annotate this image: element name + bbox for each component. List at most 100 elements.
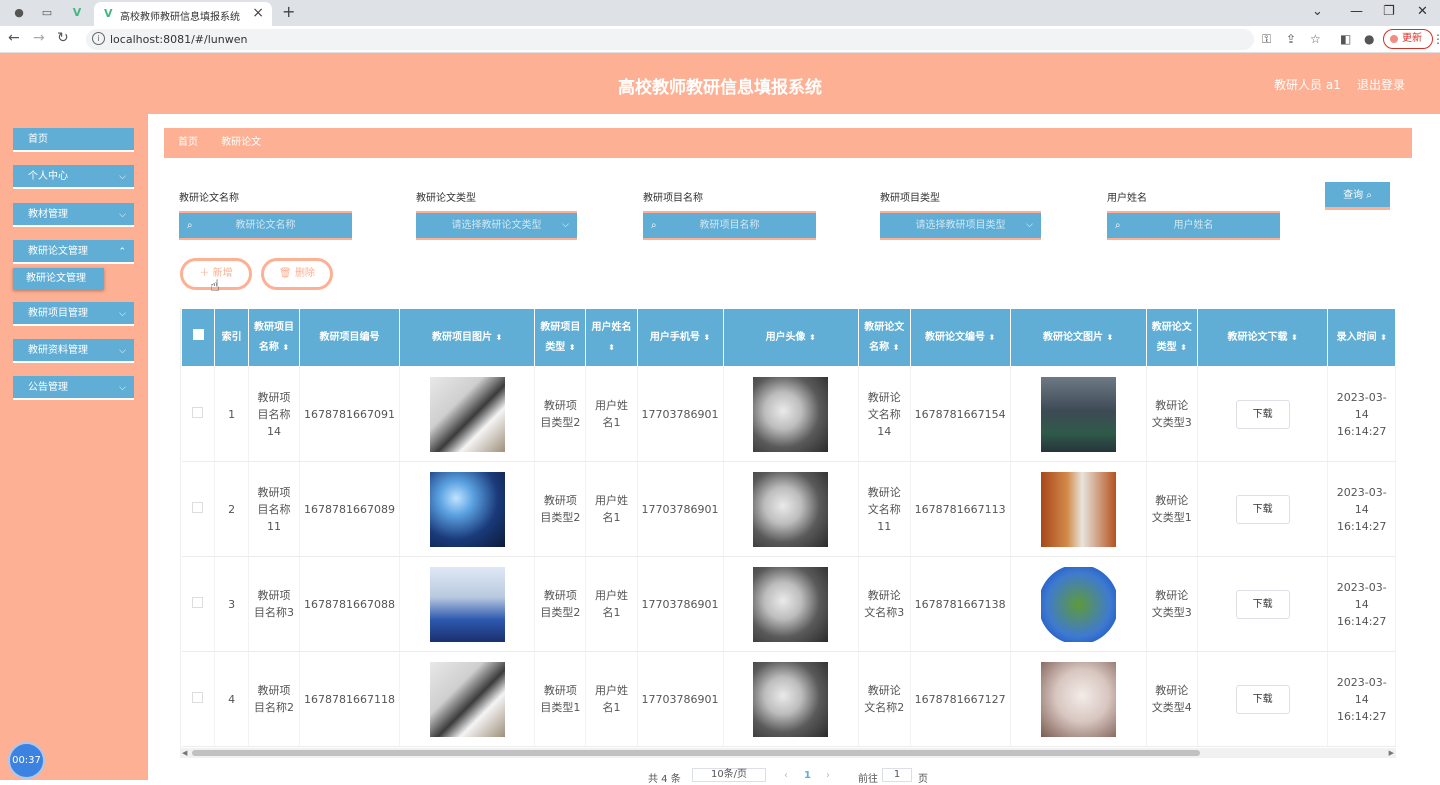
next-page-icon[interactable]: › [826,770,830,781]
col-user-name[interactable]: 用户姓名 ⬍ [585,308,638,367]
breadcrumb-home[interactable]: 首页 [178,137,198,148]
profile-icon[interactable]: ● [1364,32,1374,46]
paper-type-select[interactable]: 请选择教研论文类型 ⌵ [416,211,577,240]
col-project-name[interactable]: 教研项目名称 ⬍ [247,308,300,367]
paper-image[interactable] [1040,661,1116,737]
menu-icon[interactable]: ⋮ [1432,32,1440,46]
row-checkbox[interactable] [181,461,216,557]
data-table-wrapper: 索引 教研项目名称 ⬍ 教研项目编号 教研项目图片 ⬍ 教研项目类型 ⬍ 用户姓… [180,308,1396,752]
close-window-icon[interactable]: ✕ [1417,4,1428,19]
github-icon[interactable]: ● [12,6,26,20]
project-type-select[interactable]: 请选择教研项目类型 ⌵ [880,211,1041,240]
col-project-no[interactable]: 教研项目编号 [298,308,400,367]
breadcrumb-current: 教研论文 [221,137,262,148]
download-button[interactable]: 下载 [1235,399,1290,429]
user-avatar[interactable] [753,661,829,737]
vue-icon[interactable]: V [70,6,84,20]
project-image[interactable] [429,376,505,452]
user-name-input[interactable]: ⌕ 用户姓名 [1107,211,1280,240]
col-paper-no[interactable]: 教研论文编号 ⬍ [909,308,1011,367]
minimize-icon[interactable]: — [1350,4,1363,19]
project-image[interactable] [429,471,505,547]
col-user-avatar[interactable]: 用户头像 ⬍ [722,308,859,367]
col-paper-image[interactable]: 教研论文图片 ⬍ [1009,308,1147,367]
paper-name-input[interactable]: ⌕ 教研论文名称 [179,211,352,240]
close-tab-icon[interactable]: × [252,5,264,21]
sidebar-item-materials[interactable]: 教研资料管理 ⌵ [13,339,134,363]
back-icon[interactable]: ← [8,30,20,46]
key-icon[interactable]: ⚿ [1262,32,1271,47]
cell-index: 3 [214,556,249,652]
chevron-down-icon: ⌵ [119,346,126,356]
project-image[interactable] [429,566,505,642]
user-avatar[interactable] [753,376,829,452]
paper-image[interactable] [1040,471,1116,547]
user-avatar[interactable] [753,471,829,547]
reload-icon[interactable]: ↻ [57,30,69,46]
cell-entry-time: 2023-03-14 16:14:27 [1327,651,1396,747]
download-button[interactable]: 下载 [1235,684,1290,714]
update-button[interactable]: 更新 [1383,29,1433,49]
download-button[interactable]: 下载 [1235,589,1290,619]
app-title: 高校教师教研信息填报系统 [618,78,822,98]
col-paper-download[interactable]: 教研论文下载 ⬍ [1196,308,1329,367]
sidebar-item-home[interactable]: 首页 [13,128,134,152]
browser-tab-active[interactable]: V 高校教师教研信息填报系统 × [94,2,272,26]
search-icon: ⌕ [1115,220,1121,231]
sidebar-item-paper[interactable]: 教研论文管理 ⌃ [13,240,134,264]
forward-icon[interactable]: → [33,30,45,46]
info-icon[interactable]: i [92,32,105,45]
scroll-left-icon[interactable]: ◀ [182,748,187,758]
col-project-type[interactable]: 教研项目类型 ⬍ [534,308,587,367]
download-button[interactable]: 下载 [1235,494,1290,524]
star-icon[interactable]: ☆ [1310,32,1321,46]
chevron-down-icon: ⌵ [119,172,126,182]
url-text: localhost:8081/#/lunwen [110,33,248,46]
row-checkbox[interactable] [181,366,216,462]
col-entry-time[interactable]: 录入时间 ⬍ [1327,308,1396,367]
sort-icon: ⬍ [568,342,576,352]
tab-search-icon[interactable]: ⌄ [1312,4,1323,19]
browser-toolbar: ← → ↻ i localhost:8081/#/lunwen ⚿ ⇪ ☆ ◧ … [0,26,1440,53]
col-project-image[interactable]: 教研项目图片 ⬍ [398,308,536,367]
project-image[interactable] [429,661,505,737]
search-icon: ⌕ [187,220,193,231]
paper-image[interactable] [1040,376,1116,452]
paper-image[interactable] [1040,566,1116,642]
scrollbar-thumb[interactable] [192,750,1200,756]
side-panel-icon[interactable]: ◧ [1340,32,1351,46]
sidebar-item-personal-center[interactable]: 个人中心 ⌵ [13,165,134,189]
sidebar-item-announcement[interactable]: 公告管理 ⌵ [13,376,134,400]
delete-button[interactable]: 🗑 删除 [261,258,333,290]
cell-project-type: 教研项目类型2 [534,556,587,652]
cell-paper-image [1010,366,1147,462]
cell-project-type: 教研项目类型1 [534,651,587,747]
share-icon[interactable]: ⇪ [1286,32,1296,46]
submenu-item-paper-management[interactable]: 教研论文管理 [13,268,104,290]
logout-link[interactable]: 退出登录 [1357,76,1405,93]
project-name-input[interactable]: ⌕ 教研项目名称 [643,211,816,240]
cell-paper-no: 1678781667154 [910,366,1011,462]
row-checkbox[interactable] [181,651,216,747]
prev-page-icon[interactable]: ‹ [784,770,788,781]
sort-icon: ⬍ [608,342,615,352]
col-paper-type[interactable]: 教研论文类型 ⬍ [1145,308,1198,367]
goto-label: 前往 [858,774,878,785]
sort-icon: ⬍ [495,332,503,342]
select-all-checkbox[interactable] [181,308,216,367]
maximize-icon[interactable]: ❐ [1383,4,1395,19]
page-number[interactable]: 1 [804,770,811,781]
user-avatar[interactable] [753,566,829,642]
col-paper-name[interactable]: 教研论文名称 ⬍ [857,308,911,367]
sidebar-item-textbook[interactable]: 教材管理 ⌵ [13,203,134,227]
vue-icon: V [104,7,113,20]
address-bar[interactable]: i localhost:8081/#/lunwen [86,29,1254,50]
tab-favicon-icon[interactable]: ▭ [40,6,54,20]
col-user-phone[interactable]: 用户手机号 ⬍ [636,308,724,367]
scroll-right-icon[interactable]: ▶ [1389,748,1394,758]
new-tab-icon[interactable]: + [282,2,295,21]
row-checkbox[interactable] [181,556,216,652]
query-button[interactable]: 查询 ⌕ [1325,182,1390,210]
horizontal-scrollbar[interactable]: ◀ ▶ [180,748,1396,758]
sidebar-item-project[interactable]: 教研项目管理 ⌵ [13,302,134,326]
